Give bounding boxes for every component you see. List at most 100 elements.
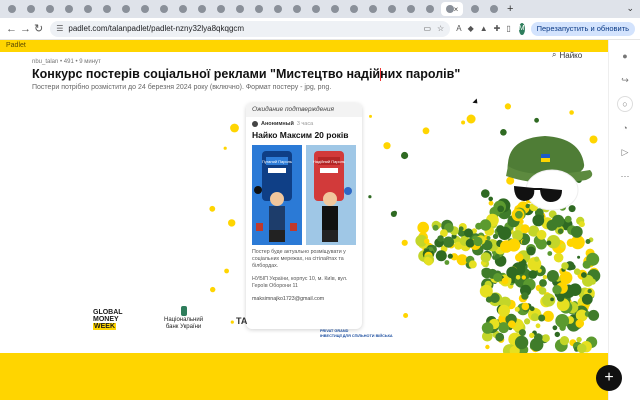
- decor-dot: [539, 279, 547, 287]
- browser-tab[interactable]: [327, 2, 342, 16]
- browser-tab[interactable]: [270, 2, 285, 16]
- forward-icon[interactable]: →: [20, 22, 31, 36]
- board-meta: nbu_talan • 491 • 9 минут: [32, 59, 101, 65]
- decor-dot: [461, 120, 466, 125]
- browser-tab[interactable]: [346, 2, 361, 16]
- decor-dot: [529, 306, 535, 312]
- share-icon[interactable]: ↪: [617, 72, 633, 88]
- side-panel-icon[interactable]: ▯: [506, 23, 510, 35]
- browser-tab[interactable]: [4, 2, 19, 16]
- decor-dot: [429, 247, 434, 252]
- tab-favicon-icon: [178, 5, 187, 13]
- browser-tab[interactable]: [156, 2, 171, 16]
- browser-tab[interactable]: [137, 2, 152, 16]
- decor-dot: [547, 251, 553, 256]
- tab-close-icon[interactable]: ×: [454, 5, 459, 14]
- decor-dot: [473, 236, 483, 247]
- post-attachment-image[interactable]: Пуганий Пароль Надійний Пароль: [252, 145, 356, 245]
- relaunch-update-button[interactable]: Перезапустить и обновить: [530, 21, 636, 36]
- browser-toolbar: ← → ↻ ☰ padlet.com/talanpadlet/padlet-nz…: [0, 18, 640, 40]
- browser-tab[interactable]: [194, 2, 209, 16]
- browser-tab[interactable]: ×: [441, 2, 463, 16]
- decor-dot: [401, 151, 409, 160]
- search-button[interactable]: ⌕ Найко: [552, 48, 582, 62]
- decor-dot: [465, 238, 475, 248]
- reload-icon[interactable]: ↻: [34, 22, 43, 36]
- profile-avatar[interactable]: M: [518, 22, 525, 35]
- tab-favicon-icon: [330, 5, 339, 13]
- puzzle-extensions-icon[interactable]: ✚: [494, 23, 501, 35]
- browser-tab[interactable]: [308, 2, 323, 16]
- decor-dot: [536, 229, 547, 240]
- decor-dot: [228, 219, 236, 227]
- decor-dot: [444, 260, 450, 265]
- browser-tab[interactable]: [61, 2, 76, 16]
- logo-partial: TA: [236, 316, 248, 326]
- browser-tab[interactable]: [467, 2, 482, 16]
- tab-favicon-icon: [197, 5, 206, 13]
- browser-tab[interactable]: [289, 2, 304, 16]
- decor-dot: [435, 250, 447, 262]
- address-url[interactable]: padlet.com/talanpadlet/padlet-nzny32lya8…: [68, 24, 417, 33]
- tab-favicon-icon: [64, 5, 73, 13]
- browser-tab[interactable]: [80, 2, 95, 16]
- decor-dot: [498, 304, 510, 317]
- decor-dot: [521, 292, 529, 300]
- post-card[interactable]: Ожидание подтверждения Анонимный 3 часа …: [246, 103, 362, 329]
- browser-tab[interactable]: [384, 2, 399, 16]
- notifications-icon[interactable]: ◔: [617, 120, 633, 136]
- add-post-button[interactable]: +: [596, 365, 622, 391]
- decor-dot: [575, 319, 585, 328]
- shield-extension-icon[interactable]: ◆: [468, 23, 474, 35]
- browser-tab[interactable]: [118, 2, 133, 16]
- browser-tab[interactable]: [486, 2, 501, 16]
- board-title: Конкурс постерів соціальної реклами "Мис…: [32, 67, 461, 81]
- back-icon[interactable]: ←: [6, 22, 17, 36]
- decor-dot: [532, 214, 545, 227]
- decor-dot: [504, 103, 511, 110]
- decor-dot: [515, 253, 524, 262]
- browser-tab[interactable]: [403, 2, 418, 16]
- profile-icon[interactable]: ●: [617, 48, 633, 64]
- new-tab-button[interactable]: +: [507, 3, 513, 15]
- poster-left-body: [269, 206, 285, 230]
- browser-tab[interactable]: [365, 2, 380, 16]
- decor-dot: [521, 302, 530, 311]
- post-body: Постер буде актуально розміщувати у соці…: [252, 249, 346, 269]
- tab-favicon-icon: [121, 5, 130, 13]
- more-options-icon[interactable]: ⋯: [617, 168, 633, 184]
- comments-icon[interactable]: ○: [617, 96, 633, 112]
- decor-dot: [551, 214, 565, 228]
- decor-dot: [528, 270, 538, 279]
- decor-dot: [568, 205, 576, 213]
- browser-tab[interactable]: [99, 2, 114, 16]
- browser-tab[interactable]: [42, 2, 57, 16]
- author-avatar: [252, 121, 258, 127]
- browser-tab[interactable]: [175, 2, 190, 16]
- decor-dot: [538, 314, 546, 322]
- logo-global-money-week: GLOBAL MONEY WEEK: [93, 309, 131, 330]
- tab-favicon-icon: [7, 5, 16, 13]
- browser-tab[interactable]: [422, 2, 437, 16]
- site-info-icon[interactable]: ☰: [56, 24, 63, 33]
- decor-dot: [573, 268, 581, 275]
- address-bar[interactable]: ☰ padlet.com/talanpadlet/padlet-nzny32ly…: [50, 20, 451, 37]
- browser-tab[interactable]: [251, 2, 266, 16]
- decor-dot: [550, 297, 554, 302]
- tab-search-icon[interactable]: ⌄: [626, 3, 634, 14]
- post-title: Найко Максим 20 років: [252, 130, 349, 140]
- nbu-emblem-icon: [180, 306, 187, 316]
- decor-dot: [529, 332, 535, 339]
- install-app-icon[interactable]: ▭: [423, 24, 431, 33]
- bookmark-star-icon[interactable]: ☆: [437, 24, 444, 33]
- decor-dot: [524, 318, 531, 325]
- translate-extension-icon[interactable]: A: [456, 23, 461, 35]
- decor-dot: [485, 344, 490, 350]
- browser-tab[interactable]: [23, 2, 38, 16]
- browser-tab[interactable]: [213, 2, 228, 16]
- browser-tab[interactable]: [232, 2, 247, 16]
- flag-yellow: [541, 158, 550, 162]
- fox-extension-icon[interactable]: ▲: [480, 23, 488, 35]
- slideshow-icon[interactable]: ▷: [617, 144, 633, 160]
- decor-dot: [556, 294, 565, 302]
